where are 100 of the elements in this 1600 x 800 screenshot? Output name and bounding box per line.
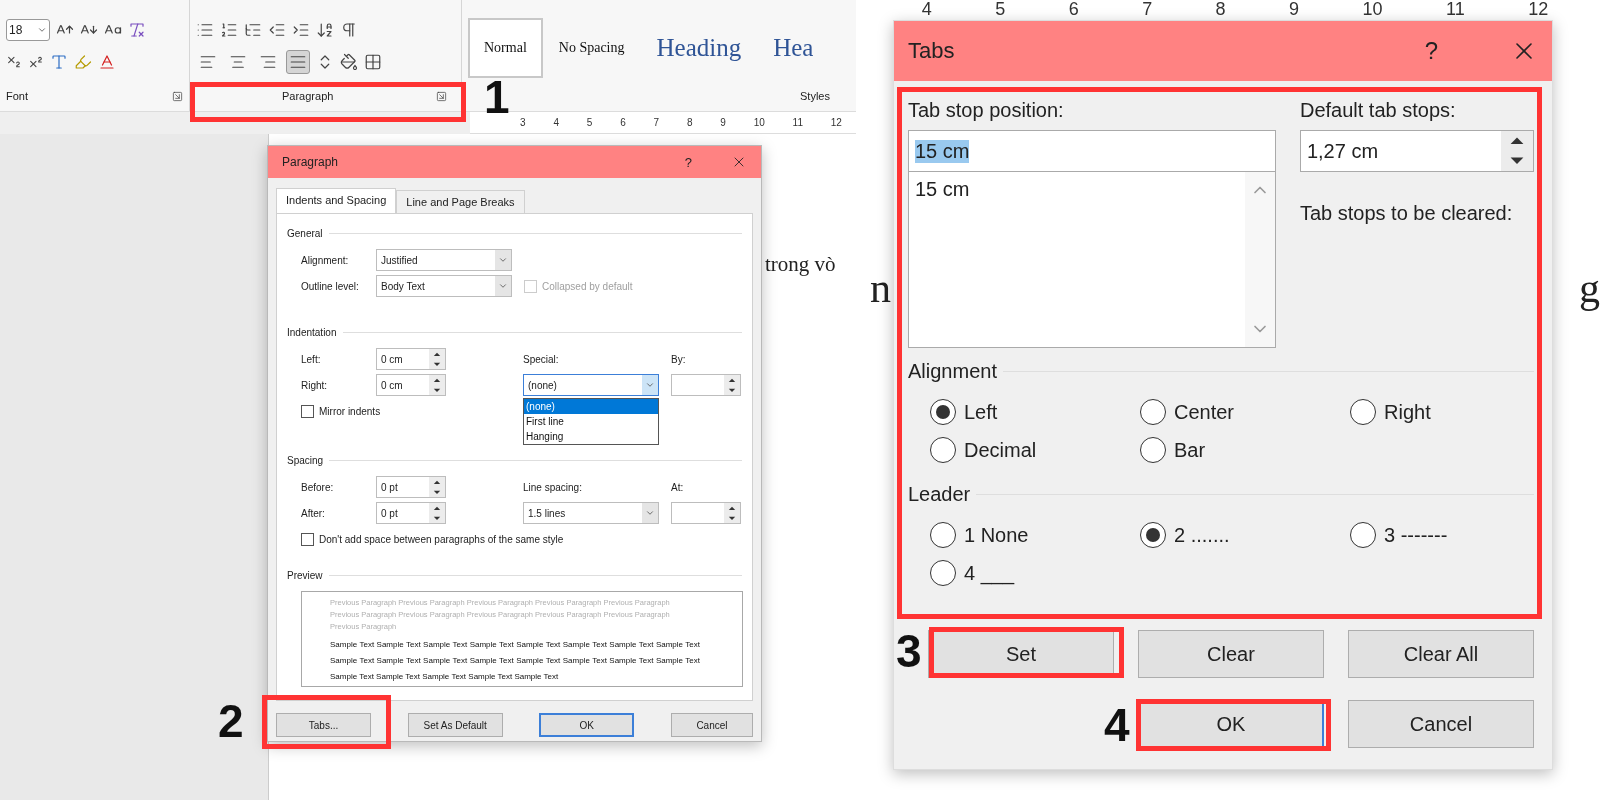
- shading-icon[interactable]: [340, 53, 358, 71]
- radio-button[interactable]: [1350, 522, 1376, 548]
- numbering-icon[interactable]: [220, 21, 238, 39]
- radio-button[interactable]: [930, 437, 956, 463]
- menu-item[interactable]: (none): [524, 399, 658, 414]
- checkbox-label: Don't add space between paragraphs of the same style: [319, 533, 564, 545]
- spin-down-icon[interactable]: [728, 515, 736, 521]
- dialog-button[interactable]: Clear All: [1348, 630, 1534, 678]
- spin-down-icon[interactable]: [433, 387, 441, 393]
- increase-indent-icon[interactable]: [292, 21, 310, 39]
- spinner-control[interactable]: [429, 375, 445, 395]
- dialog-button[interactable]: OK: [539, 713, 635, 737]
- dialog-title: Tabs: [908, 38, 956, 64]
- right-indent-field[interactable]: 0 cm: [376, 374, 446, 396]
- spin-up-icon[interactable]: [728, 505, 736, 511]
- dialog-button[interactable]: Set As Default: [407, 713, 503, 737]
- decrease-indent-icon[interactable]: [268, 21, 286, 39]
- spinner-control[interactable]: [724, 503, 740, 523]
- callout-number: 4: [1104, 706, 1130, 744]
- field-label: Tab stops to be cleared:: [1299, 202, 1514, 225]
- radio-label: Bar: [1174, 438, 1206, 462]
- dialog-launcher-icon[interactable]: [172, 90, 183, 102]
- left-indent-field[interactable]: 0 cm: [376, 348, 446, 370]
- default-tab-stops-field[interactable]: 1,27 cm: [1299, 130, 1534, 172]
- style-card[interactable]: No Spacing: [542, 18, 641, 78]
- help-button[interactable]: ?: [1424, 37, 1438, 65]
- radio-button[interactable]: [1140, 399, 1166, 425]
- dialog-button[interactable]: Clear: [1138, 630, 1324, 678]
- checkbox[interactable]: [301, 404, 314, 418]
- section-heading: Preview: [287, 570, 323, 581]
- spin-down-icon[interactable]: [1509, 156, 1525, 166]
- spin-down-icon[interactable]: [433, 489, 441, 495]
- font-color-icon[interactable]: [98, 53, 116, 71]
- spinner-control[interactable]: [429, 477, 445, 497]
- at-field[interactable]: [671, 502, 741, 524]
- spinner-control[interactable]: [429, 349, 445, 369]
- ruler-number: 11: [792, 117, 803, 128]
- dialog-button[interactable]: Tabs...: [276, 713, 371, 737]
- group-label: Font: [6, 90, 28, 102]
- ruler-number: 10: [1362, 0, 1383, 20]
- spin-up-icon[interactable]: [433, 377, 441, 383]
- spacing-after-field[interactable]: 0 pt: [376, 502, 446, 524]
- spacing-before-field[interactable]: 0 pt: [376, 476, 446, 498]
- list-item[interactable]: 15 cm: [915, 178, 1239, 201]
- dialog-button[interactable]: Cancel: [670, 713, 753, 737]
- pilcrow-icon[interactable]: [340, 21, 358, 39]
- alignment-dropdown[interactable]: Justified: [376, 249, 512, 271]
- highlighter-icon[interactable]: [74, 53, 92, 71]
- bullets-icon[interactable]: [196, 21, 214, 39]
- radio-label: 4 ___: [964, 561, 1015, 585]
- caret-icon: [498, 255, 508, 265]
- spin-up-icon[interactable]: [433, 505, 441, 511]
- field-label: After:: [301, 507, 325, 519]
- spin-up-icon[interactable]: [1509, 136, 1525, 146]
- multilevel-list-icon[interactable]: [244, 21, 262, 39]
- by-field[interactable]: [671, 374, 741, 396]
- special-dropdown[interactable]: (none): [523, 374, 659, 396]
- radio-button[interactable]: [930, 560, 956, 586]
- spin-up-icon[interactable]: [728, 377, 736, 383]
- subscript-icon[interactable]: [6, 54, 22, 70]
- help-button[interactable]: ?: [684, 154, 692, 170]
- checkbox[interactable]: [301, 532, 314, 546]
- dialog-tab[interactable]: Line and Page Breaks: [396, 190, 525, 213]
- style-card[interactable]: Normal: [468, 18, 543, 78]
- clear-formatting-icon[interactable]: [128, 21, 146, 39]
- font-size-dropdown[interactable]: 18: [6, 19, 50, 41]
- style-card[interactable]: Hea: [757, 18, 830, 78]
- ruler-number: 12: [1528, 0, 1549, 20]
- style-card[interactable]: Heading: [640, 18, 758, 78]
- sort-icon[interactable]: [316, 21, 334, 39]
- menu-item[interactable]: Hanging: [524, 429, 658, 444]
- spinner-control[interactable]: [429, 503, 445, 523]
- radio-button[interactable]: [930, 399, 956, 425]
- ruler-number: 4: [921, 0, 932, 20]
- radio-button[interactable]: [1350, 399, 1376, 425]
- spin-down-icon[interactable]: [433, 515, 441, 521]
- spin-down-icon[interactable]: [728, 387, 736, 393]
- spinner-control[interactable]: [724, 375, 740, 395]
- caret-icon: [645, 380, 655, 390]
- tab-stop-position-field[interactable]: 15 cm: [908, 130, 1276, 172]
- dialog-button[interactable]: Cancel: [1348, 700, 1534, 748]
- outline-level-dropdown[interactable]: Body Text: [376, 275, 512, 297]
- spin-up-icon[interactable]: [433, 479, 441, 485]
- radio-button[interactable]: [930, 522, 956, 548]
- caret-icon: [37, 25, 47, 35]
- dialog-tab[interactable]: Indents and Spacing: [276, 188, 397, 213]
- ruler-number: 7: [1142, 0, 1153, 20]
- ruler-number: 6: [1068, 0, 1079, 20]
- line-spacing-dropdown[interactable]: 1.5 lines: [523, 502, 659, 524]
- spin-up-icon[interactable]: [433, 351, 441, 357]
- menu-item[interactable]: First line: [524, 414, 658, 429]
- borders-icon[interactable]: [364, 53, 382, 71]
- dialog-launcher-icon[interactable]: [436, 90, 447, 102]
- align-button[interactable]: [286, 50, 310, 74]
- spin-down-icon[interactable]: [433, 361, 441, 367]
- superscript-icon[interactable]: [28, 54, 44, 70]
- radio-button[interactable]: [1140, 437, 1166, 463]
- section-heading: Spacing: [287, 455, 324, 466]
- spinner-control[interactable]: [1501, 131, 1533, 171]
- radio-button[interactable]: [1140, 522, 1166, 548]
